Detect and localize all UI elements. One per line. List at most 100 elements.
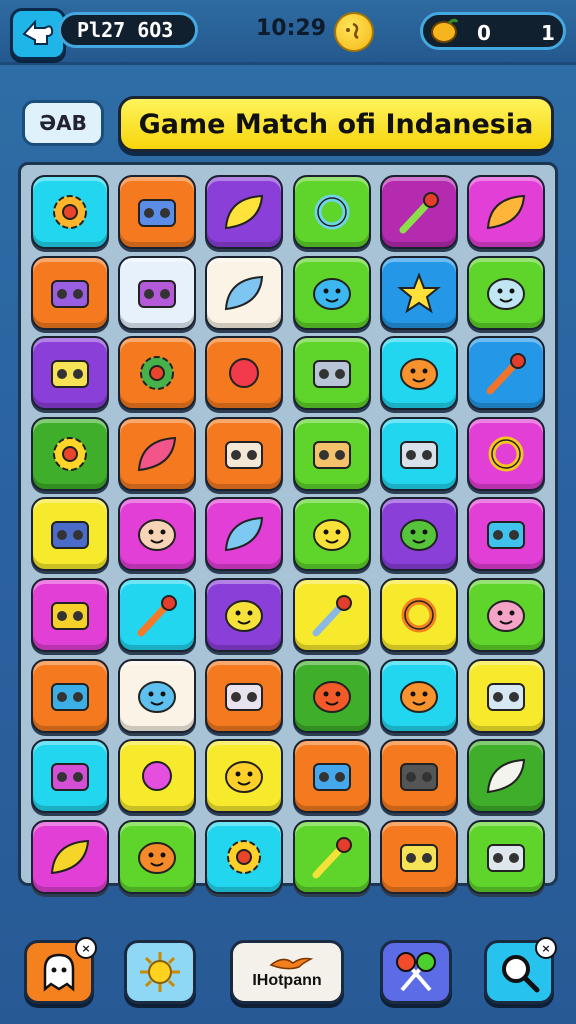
lollipop-button[interactable]	[380, 940, 452, 1004]
tile[interactable]	[467, 497, 545, 572]
tile[interactable]	[31, 336, 109, 411]
tile[interactable]	[205, 255, 284, 330]
tile[interactable]	[31, 175, 109, 249]
bun-face-icon	[138, 841, 177, 874]
pin-icon	[486, 353, 526, 395]
tile[interactable]	[292, 658, 371, 733]
robot-icon	[138, 199, 177, 227]
tile[interactable]	[118, 336, 197, 411]
croissant-icon	[486, 194, 526, 230]
tile[interactable]	[205, 578, 284, 652]
tile[interactable]	[205, 739, 284, 814]
shop-icon	[312, 440, 351, 469]
tile[interactable]	[31, 416, 109, 491]
tile[interactable]	[467, 416, 545, 491]
tile[interactable]	[292, 416, 371, 491]
sun-icon	[140, 952, 180, 992]
tile[interactable]	[467, 336, 545, 411]
ghost-button[interactable]: ×	[24, 937, 97, 1004]
baby-face-icon	[138, 519, 177, 552]
hint-button[interactable]: IHotpann	[230, 940, 344, 1004]
lollipop-icon	[396, 952, 436, 992]
tile[interactable]	[379, 739, 458, 814]
tile[interactable]	[467, 658, 545, 733]
lantern-icon	[399, 763, 438, 792]
tile[interactable]	[31, 255, 109, 330]
tile[interactable]	[31, 497, 109, 572]
abc-button[interactable]: ƏAB	[22, 100, 104, 146]
tile[interactable]	[118, 175, 197, 249]
book-icon	[225, 440, 264, 469]
bear-icon	[225, 761, 264, 794]
search-button[interactable]: ×	[484, 937, 557, 1004]
sun-icon	[53, 436, 87, 471]
whale-face-icon	[487, 277, 525, 310]
drum-icon	[51, 763, 89, 792]
leaf-icon	[225, 517, 264, 552]
hint-label: IHotpann	[252, 972, 322, 989]
bird-icon	[269, 957, 313, 970]
tile[interactable]	[467, 739, 545, 814]
oven-icon	[225, 682, 264, 711]
tile[interactable]	[292, 175, 371, 249]
tile[interactable]	[379, 658, 458, 733]
tile[interactable]	[467, 819, 545, 894]
close-icon: ×	[75, 937, 97, 959]
cookie-face-icon	[399, 680, 438, 713]
bone-icon	[138, 436, 177, 471]
tile[interactable]	[31, 739, 109, 814]
tile[interactable]	[205, 658, 284, 733]
game-board	[18, 162, 558, 894]
tile[interactable]	[118, 739, 197, 814]
sun-button[interactable]	[124, 940, 196, 1004]
frog-face-icon	[399, 519, 438, 552]
tile[interactable]	[31, 578, 109, 652]
radio-icon	[51, 521, 89, 550]
tile[interactable]	[118, 416, 197, 491]
tile[interactable]	[292, 819, 371, 894]
tile[interactable]	[379, 336, 458, 411]
tile[interactable]	[467, 255, 545, 330]
brush-icon	[137, 595, 178, 637]
tile[interactable]	[118, 819, 197, 894]
tile[interactable]	[205, 336, 284, 411]
tile[interactable]	[118, 497, 197, 572]
tile[interactable]	[379, 578, 458, 652]
tile[interactable]	[118, 578, 197, 652]
tile[interactable]	[379, 255, 458, 330]
tile[interactable]	[467, 578, 545, 652]
tile[interactable]	[292, 336, 371, 411]
battery-icon	[51, 360, 89, 389]
tile[interactable]	[292, 739, 371, 814]
lemon-icon	[431, 18, 459, 43]
tile[interactable]	[205, 175, 284, 249]
bag-icon	[138, 279, 177, 308]
banana-icon	[225, 194, 264, 230]
tile[interactable]	[379, 497, 458, 572]
donut-icon	[488, 436, 524, 472]
tile[interactable]	[31, 819, 109, 894]
cookie-face-icon	[399, 358, 438, 391]
tile[interactable]	[31, 658, 109, 733]
tile[interactable]	[118, 255, 197, 330]
tile[interactable]	[379, 175, 458, 249]
tile[interactable]	[292, 255, 371, 330]
sunflower-icon	[227, 839, 262, 874]
tile[interactable]	[205, 497, 284, 572]
tomato-face-icon	[312, 680, 351, 713]
tile[interactable]	[467, 175, 545, 249]
tile[interactable]	[205, 416, 284, 491]
timer-text: 10:29	[256, 16, 327, 41]
tile[interactable]	[292, 578, 371, 652]
tile[interactable]	[205, 819, 284, 894]
star-icon	[396, 271, 441, 313]
feather-icon	[225, 275, 264, 310]
microphone-icon	[399, 192, 439, 234]
counter-right: 1	[541, 21, 555, 45]
tile[interactable]	[292, 497, 371, 572]
ghost-icon	[43, 953, 75, 992]
tile[interactable]	[379, 819, 458, 894]
tile[interactable]	[379, 416, 458, 491]
card-icon	[51, 682, 89, 711]
tile[interactable]	[118, 658, 197, 733]
